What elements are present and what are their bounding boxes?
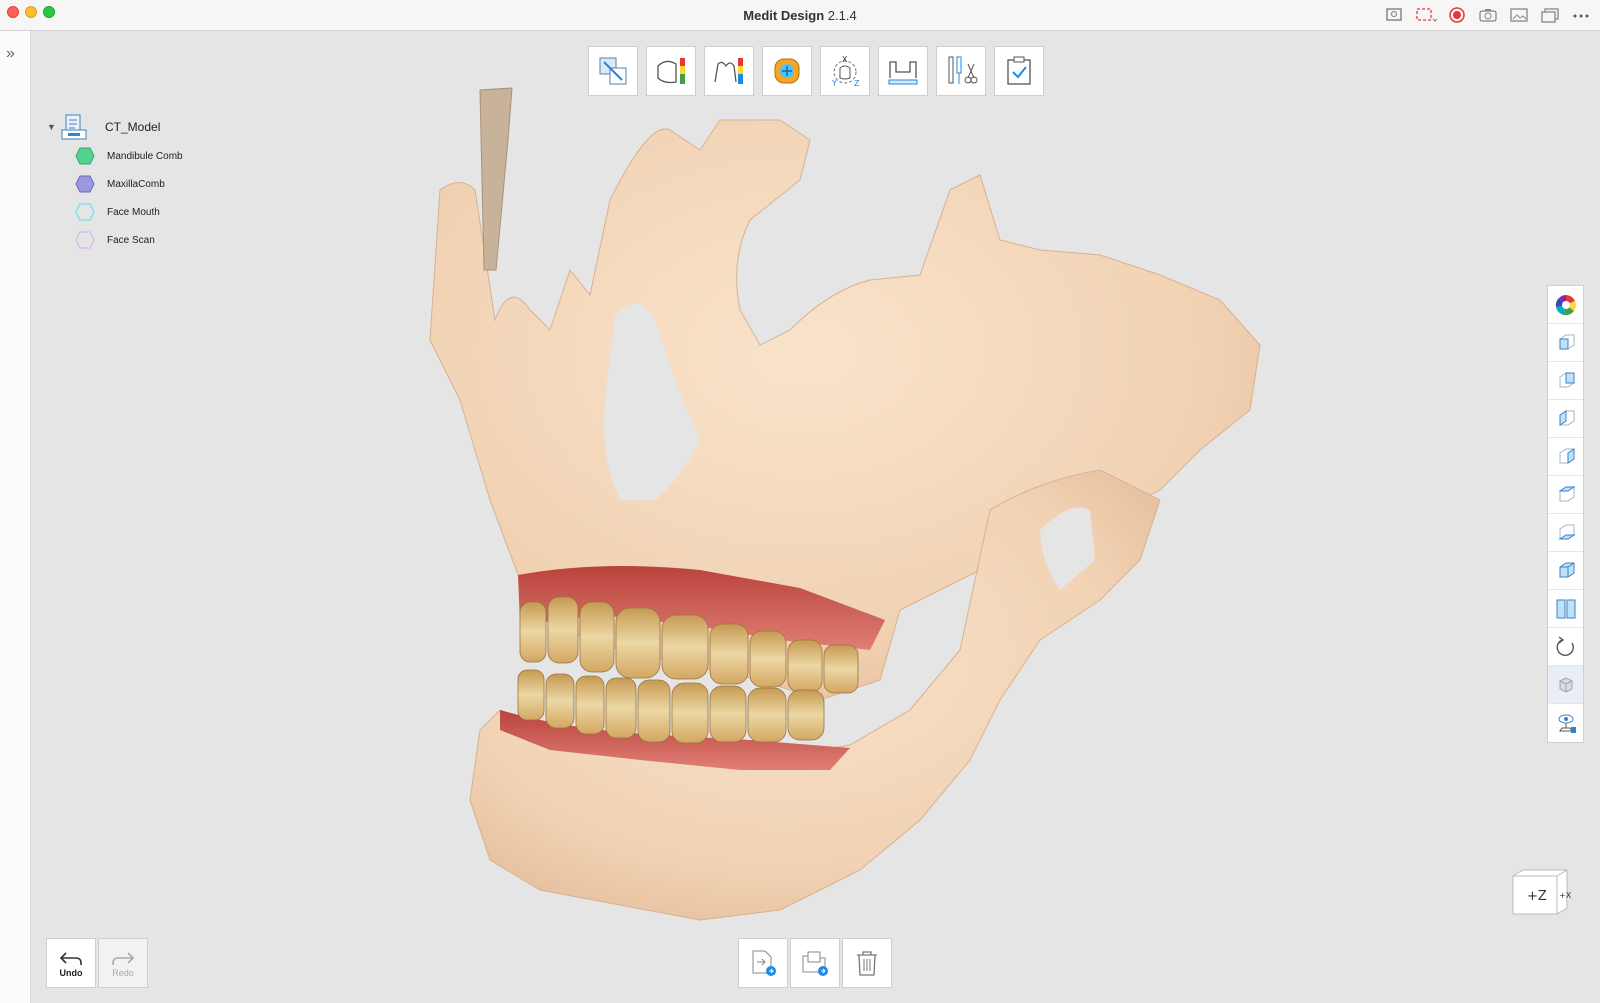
- view-iso-button[interactable]: [1548, 552, 1583, 590]
- region-capture-icon[interactable]: [1414, 5, 1437, 25]
- view-back-button[interactable]: [1548, 362, 1583, 400]
- model-document-icon: [61, 114, 87, 140]
- tree-item-face-scan[interactable]: Face Scan: [75, 226, 183, 254]
- redo-icon: [112, 951, 135, 965]
- occlusion-map-icon: [774, 58, 800, 84]
- export-file-button[interactable]: [738, 938, 788, 988]
- view-right-button[interactable]: [1548, 438, 1583, 476]
- title-bar: Medit Design 2.1.4: [0, 0, 1600, 31]
- open-folder-button[interactable]: [790, 938, 840, 988]
- axis-view-button[interactable]: X Y Z: [820, 46, 870, 96]
- visibility-icon: [1558, 714, 1576, 733]
- rotate-icon: [1556, 635, 1574, 656]
- svg-text:X: X: [842, 55, 848, 64]
- deviation-map-button[interactable]: [704, 46, 754, 96]
- image-capture-icon[interactable]: [1507, 5, 1530, 25]
- view-left-icon: [1559, 409, 1574, 426]
- svg-text:Z: Z: [854, 79, 860, 88]
- view-right-icon: [1559, 447, 1574, 464]
- redo-button[interactable]: Redo: [98, 938, 148, 988]
- cube-face-z: +Z: [1527, 889, 1547, 904]
- view-bottom-button[interactable]: [1548, 514, 1583, 552]
- trim-tool-icon: [948, 56, 978, 84]
- hexagon-outline-icon: [75, 231, 95, 249]
- undo-icon: [59, 951, 82, 965]
- camera-icon[interactable]: [1476, 5, 1499, 25]
- solid-render-button[interactable]: [1548, 666, 1583, 704]
- view-iso-icon: [1559, 562, 1574, 577]
- history-controls: Undo Redo: [46, 938, 148, 988]
- color-settings-button[interactable]: [1548, 286, 1583, 324]
- orientation-cube[interactable]: +Z +X: [1511, 868, 1573, 920]
- title-bar-tools: [1383, 5, 1592, 25]
- window-title: Medit Design 2.1.4: [743, 8, 857, 23]
- screen-capture-settings-icon[interactable]: [1383, 5, 1406, 25]
- delete-button[interactable]: [842, 938, 892, 988]
- color-wheel-icon: [1555, 294, 1576, 315]
- hexagon-filled-icon: [75, 147, 95, 165]
- svg-text:Y: Y: [831, 79, 837, 88]
- hexagon-filled-icon: [75, 175, 95, 193]
- view-front-button[interactable]: [1548, 324, 1583, 362]
- record-icon[interactable]: [1445, 5, 1468, 25]
- occlusion-map-button[interactable]: [762, 46, 812, 96]
- tree-root-ct-model[interactable]: ▼ CT_Model: [47, 112, 183, 142]
- align-tool-icon: [599, 57, 627, 85]
- skull-3d-model[interactable]: [400, 80, 1300, 940]
- axis-view-icon: X Y Z: [831, 55, 860, 88]
- deviation-map-icon: [714, 58, 743, 84]
- collapse-caret-icon[interactable]: ▼: [47, 122, 59, 132]
- left-side-rail: »: [0, 31, 31, 1003]
- thickness-map-button[interactable]: [646, 46, 696, 96]
- visibility-settings-button[interactable]: [1548, 704, 1583, 742]
- object-tree: ▼ CT_Model Mandibule Comb MaxillaComb Fa…: [47, 112, 183, 254]
- top-toolbar: X Y Z: [588, 46, 1044, 96]
- undo-button[interactable]: Undo: [46, 938, 96, 988]
- rotate-view-button[interactable]: [1548, 628, 1583, 666]
- right-view-toolbar: [1547, 285, 1584, 743]
- thickness-map-icon: [657, 58, 685, 84]
- expand-panel-icon[interactable]: »: [6, 45, 15, 63]
- measure-icon: [888, 61, 918, 85]
- hexagon-outline-icon: [75, 203, 95, 221]
- tree-item-mandibule-comb[interactable]: Mandibule Comb: [75, 142, 183, 170]
- solid-render-icon: [1559, 676, 1572, 693]
- tree-item-maxilla-comb[interactable]: MaxillaComb: [75, 170, 183, 198]
- tree-item-face-mouth[interactable]: Face Mouth: [75, 198, 183, 226]
- checklist-icon: [1007, 56, 1031, 85]
- view-front-icon: [1559, 334, 1574, 349]
- export-file-icon: [752, 950, 776, 976]
- checklist-button[interactable]: [994, 46, 1044, 96]
- delete-icon: [857, 951, 877, 976]
- view-left-button[interactable]: [1548, 400, 1583, 438]
- split-view-button[interactable]: [1548, 590, 1583, 628]
- view-bottom-icon: [1557, 524, 1576, 539]
- tree-root-label: CT_Model: [105, 120, 161, 134]
- view-top-icon: [1557, 486, 1576, 501]
- view-back-icon: [1559, 372, 1574, 387]
- trim-tool-button[interactable]: [936, 46, 986, 96]
- bottom-toolbar: [738, 938, 892, 988]
- open-folder-icon: [802, 951, 828, 976]
- view-top-button[interactable]: [1548, 476, 1583, 514]
- align-tool-button[interactable]: [588, 46, 638, 96]
- cube-face-x: +X: [1559, 891, 1572, 900]
- measure-button[interactable]: [878, 46, 928, 96]
- more-options-icon[interactable]: [1569, 5, 1592, 25]
- window-layout-icon[interactable]: [1538, 5, 1561, 25]
- split-view-icon: [1556, 599, 1575, 618]
